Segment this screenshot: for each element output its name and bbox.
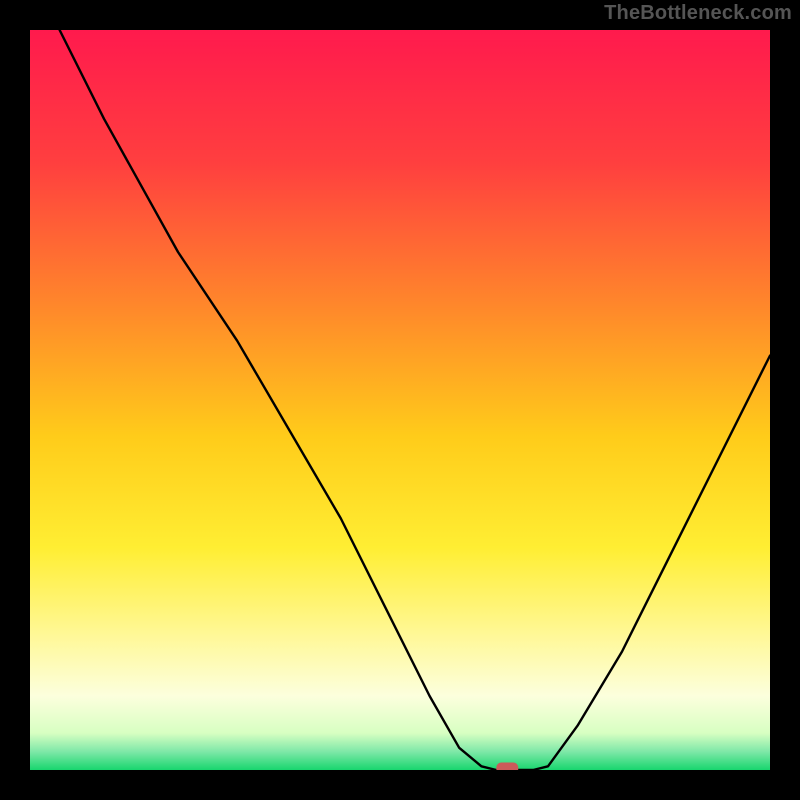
watermark-text: TheBottleneck.com (604, 2, 792, 25)
gradient-background (30, 30, 770, 770)
optimal-marker (496, 763, 518, 771)
plot-area (30, 30, 770, 770)
chart-frame: TheBottleneck.com (0, 0, 800, 800)
bottleneck-chart (30, 30, 770, 770)
